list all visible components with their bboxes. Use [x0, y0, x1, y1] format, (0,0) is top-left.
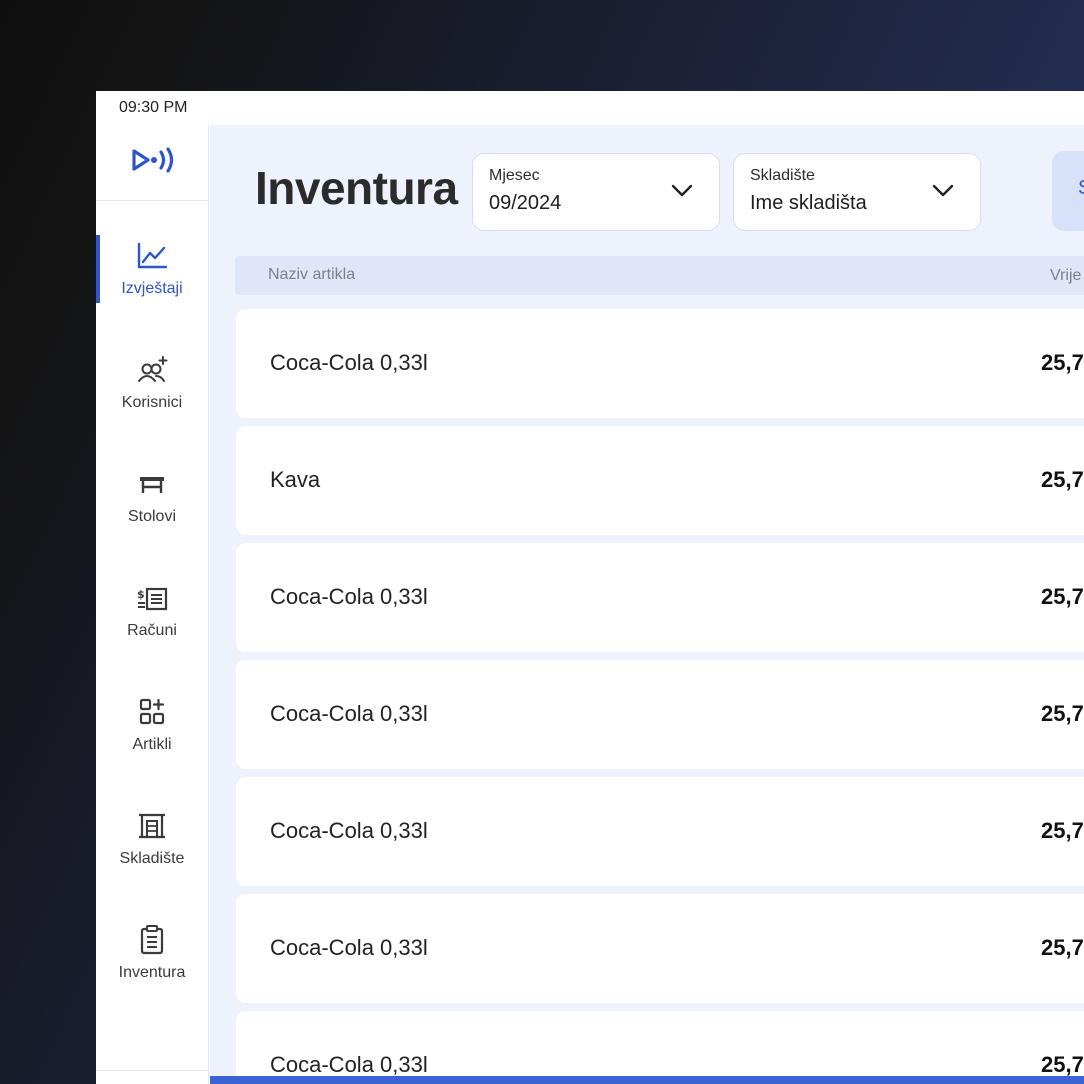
sidebar-divider [96, 1070, 208, 1071]
sidebar-item-artikli[interactable]: Artikli [96, 691, 208, 761]
tablet-screen: 09:30 PM Izvještaji Korisnici Stolovi $ … [96, 91, 1084, 1084]
table-icon [140, 477, 164, 493]
sidebar-item-skladiste[interactable]: Skladište [96, 805, 208, 875]
header-action-button[interactable]: S [1052, 151, 1084, 231]
warehouse-select-value: Ime skladišta [750, 192, 867, 214]
warehouse-select[interactable]: Skladište Ime skladišta [733, 153, 981, 231]
month-select-caption: Mjesec [489, 167, 540, 184]
row-item-name: Coca-Cola 0,33l [270, 1052, 428, 1077]
row-item-name: Coca-Cola 0,33l [270, 818, 428, 843]
logo-area [96, 125, 208, 201]
sidebar-item-stolovi[interactable]: Stolovi [96, 463, 208, 533]
row-item-value: 25,7 [1041, 467, 1084, 492]
chart-line-icon [137, 242, 168, 269]
sidebar-item-label: Računi [127, 622, 177, 639]
column-header-name: Naziv artikla [268, 266, 356, 283]
sidebar-item-racuni[interactable]: $ Računi [96, 577, 208, 647]
sidebar-item-label: Artikli [132, 736, 172, 753]
page-title: Inventura [255, 162, 458, 214]
column-header-value: Vrije [1050, 267, 1082, 284]
sidebar-item-label: Korisnici [121, 394, 183, 411]
row-item-name: Coca-Cola 0,33l [270, 350, 428, 375]
row-item-name: Coca-Cola 0,33l [270, 935, 428, 960]
month-select[interactable]: Mjesec 09/2024 [472, 153, 720, 231]
sidebar-item-inventura[interactable]: Inventura [96, 919, 208, 989]
users-add-icon [138, 356, 168, 382]
chevron-down-icon [671, 184, 693, 197]
sidebar-item-korisnici[interactable]: Korisnici [96, 349, 208, 419]
table-row[interactable]: Coca-Cola 0,33l 25,7 [236, 309, 1084, 418]
warehouse-icon [139, 813, 165, 839]
row-item-name: Coca-Cola 0,33l [270, 584, 428, 609]
sidebar-item-label: Izvještaji [121, 280, 183, 297]
bottom-accent-bar [210, 1076, 1084, 1084]
table-row[interactable]: Coca-Cola 0,33l 25,7 [236, 894, 1084, 1003]
row-item-name: Kava [270, 467, 321, 492]
chevron-down-icon [932, 184, 954, 197]
month-select-value: 09/2024 [489, 192, 562, 214]
receipt-icon: $ [137, 587, 168, 611]
grid-add-icon [139, 698, 165, 725]
table-header: Naziv artikla Vrije [235, 256, 1084, 295]
status-time: 09:30 PM [119, 99, 188, 116]
sidebar: Izvještaji Korisnici Stolovi $ Računi Ar… [96, 125, 209, 1084]
table-row[interactable]: Kava 25,7 [236, 426, 1084, 535]
clipboard-icon [140, 925, 164, 955]
row-item-value: 25,7 [1041, 350, 1084, 375]
sidebar-item-label: Inventura [118, 964, 186, 981]
row-item-value: 25,7 [1041, 935, 1084, 960]
main-content: Inventura Mjesec 09/2024 Skladište Ime s… [210, 125, 1084, 1084]
sidebar-item-izvjestaji[interactable]: Izvještaji [96, 235, 208, 305]
sidebar-item-label: Skladište [119, 850, 185, 867]
header-action-button-label: S [1078, 177, 1084, 199]
table-row[interactable]: Coca-Cola 0,33l 25,7 [236, 543, 1084, 652]
row-item-value: 25,7 [1041, 584, 1084, 609]
broadcast-logo-icon[interactable] [130, 145, 176, 175]
svg-text:$: $ [137, 588, 145, 601]
row-item-value: 25,7 [1041, 818, 1084, 843]
status-bar: 09:30 PM [96, 91, 1084, 125]
row-item-value: 25,7 [1041, 701, 1084, 726]
table-row[interactable]: Coca-Cola 0,33l 25,7 [236, 777, 1084, 886]
table-row[interactable]: Coca-Cola 0,33l 25,7 [236, 660, 1084, 769]
warehouse-select-caption: Skladište [750, 167, 815, 184]
table-row[interactable]: Coca-Cola 0,33l 25,7 [236, 1011, 1084, 1084]
row-item-value: 25,7 [1041, 1052, 1084, 1077]
sidebar-item-label: Stolovi [127, 508, 177, 525]
row-item-name: Coca-Cola 0,33l [270, 701, 428, 726]
